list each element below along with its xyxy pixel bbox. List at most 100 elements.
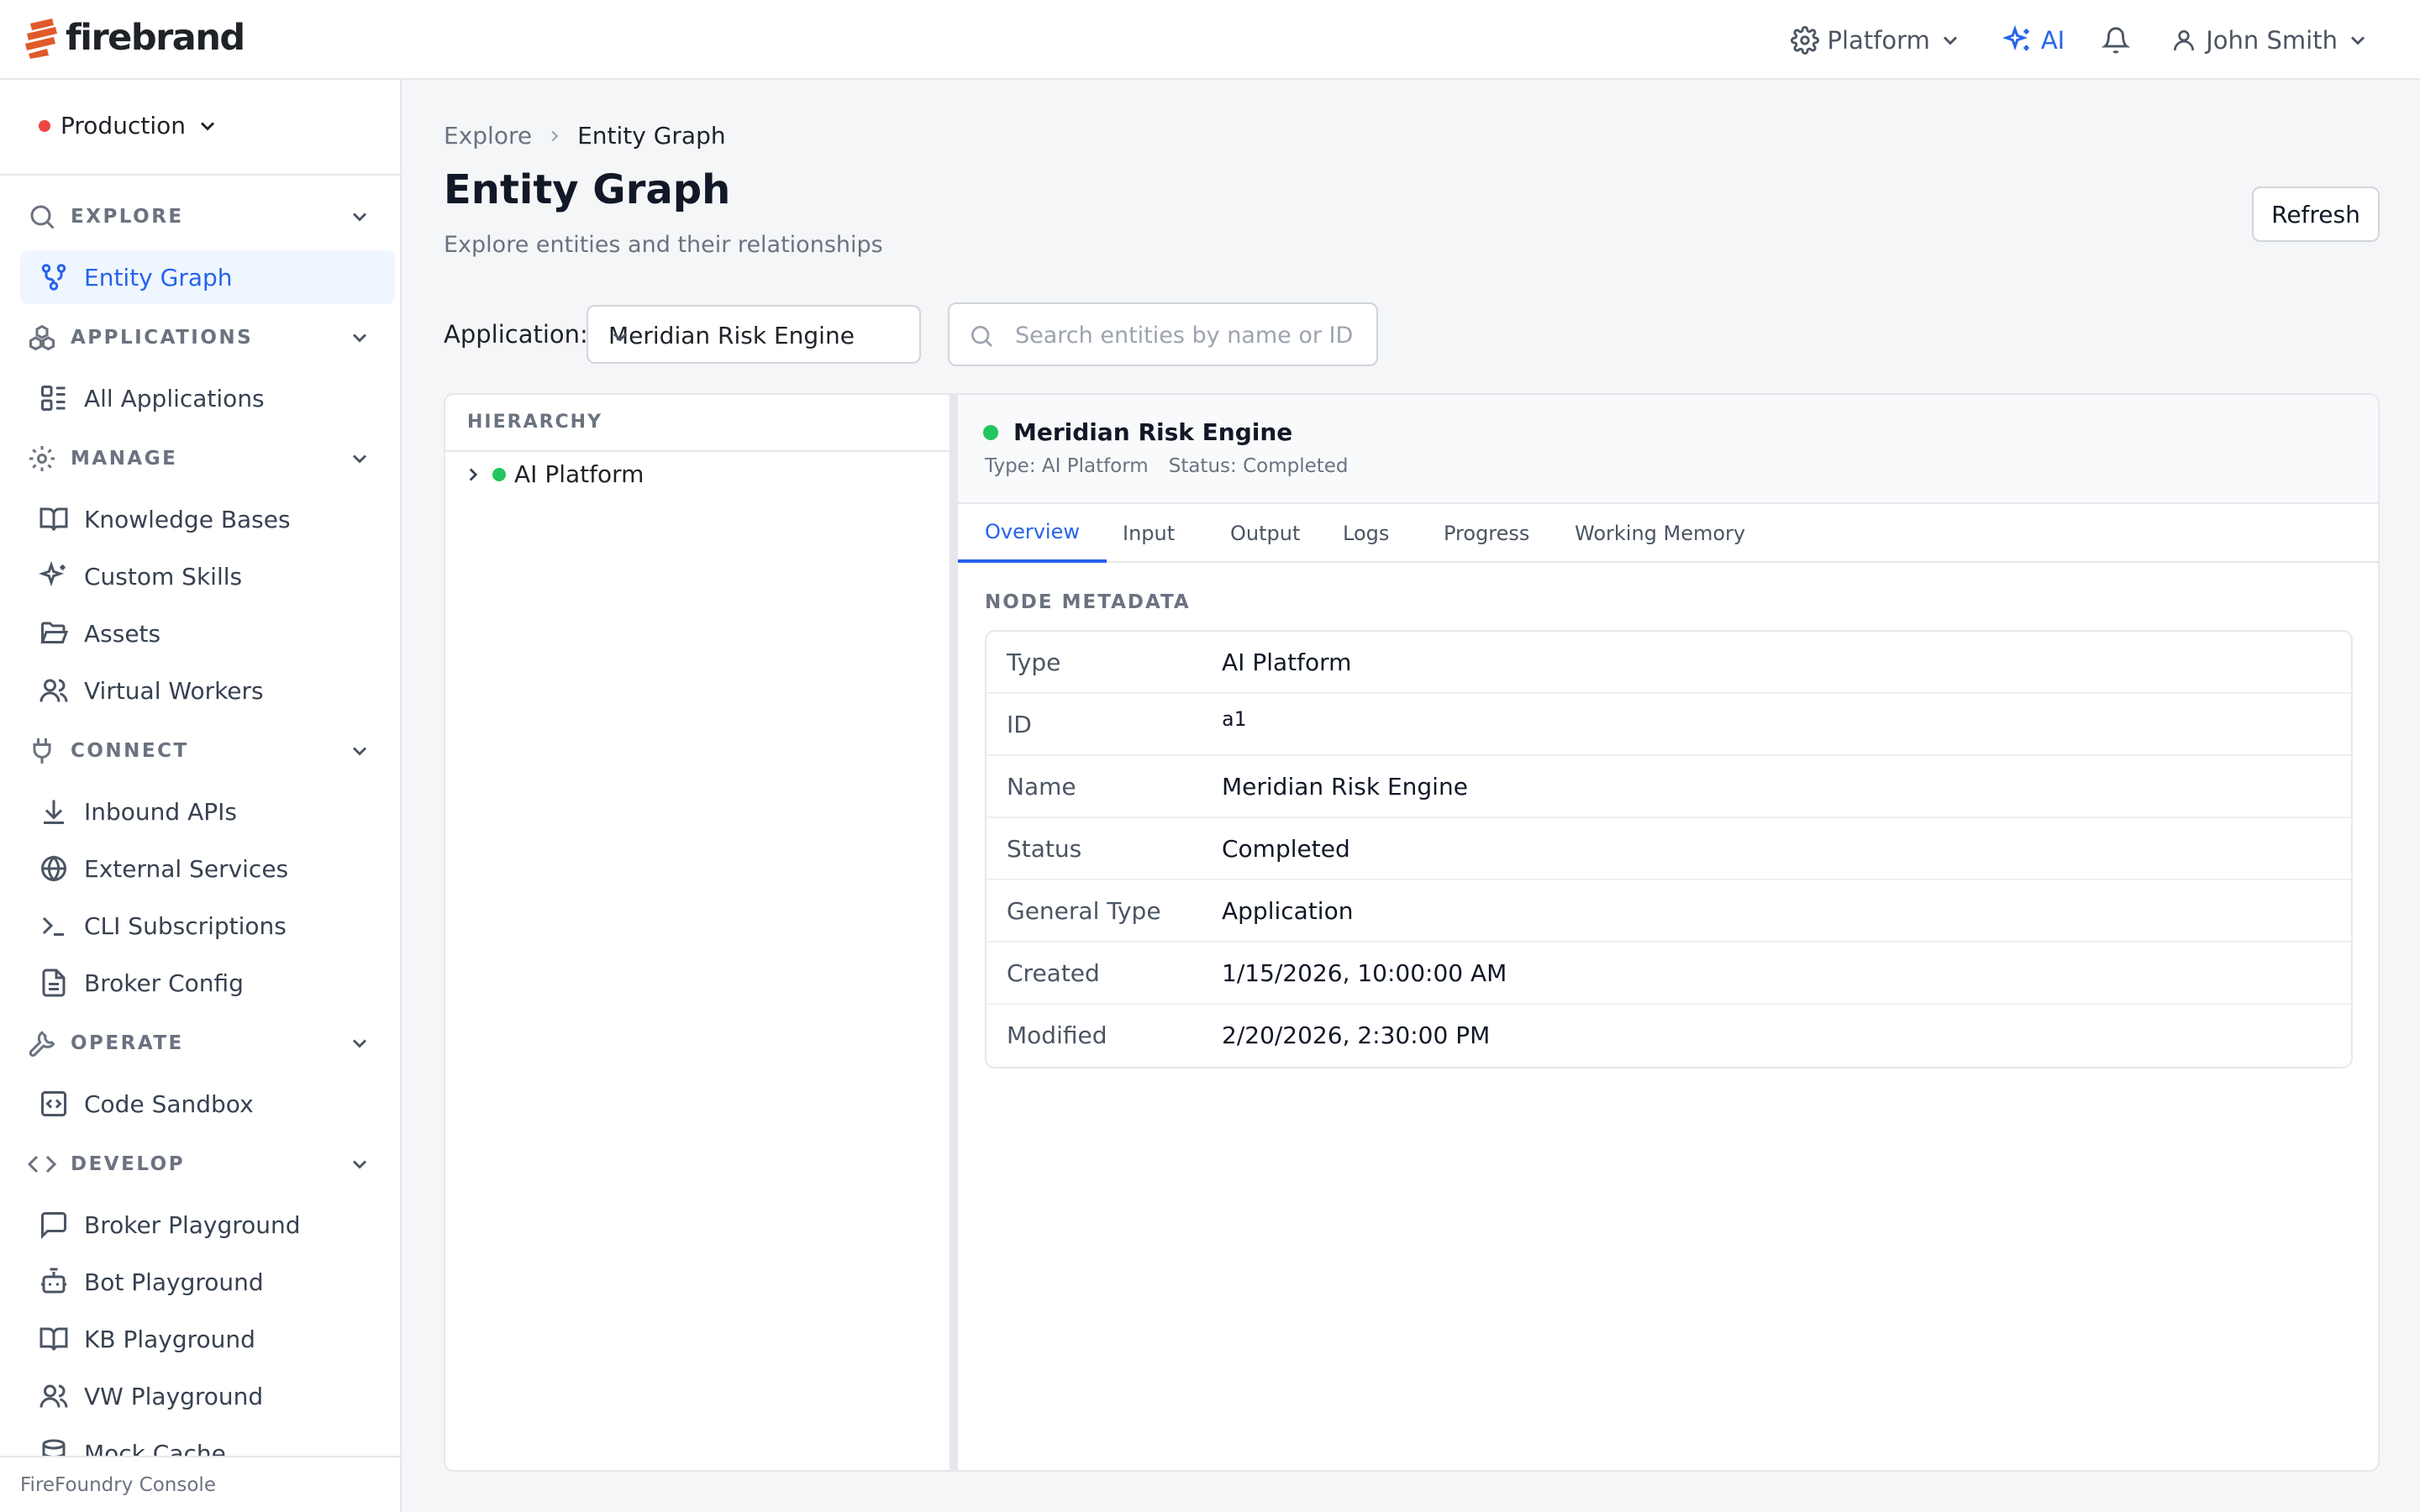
environment-selector[interactable]: Production [39, 112, 219, 139]
section-operate-label: OPERATE [71, 1032, 184, 1054]
chevron-down-icon [608, 325, 899, 349]
user-menu[interactable]: John Smith [2170, 26, 2370, 55]
tab-output[interactable]: Output [1203, 504, 1327, 563]
users-icon [39, 675, 69, 706]
sidebar-item-kb-playground[interactable]: KB Playground [20, 1312, 395, 1366]
sidebar-item-label: Virtual Workers [84, 676, 264, 705]
tab-overview[interactable]: Overview [958, 504, 1107, 563]
environment-label: Production [60, 112, 186, 139]
section-manage[interactable]: MANAGE [27, 442, 371, 475]
breadcrumb-explore-link[interactable]: Explore [444, 122, 532, 150]
entity-search[interactable] [948, 302, 1378, 366]
ai-button[interactable]: AI [2002, 24, 2065, 55]
entity-search-input[interactable] [1015, 314, 1368, 356]
logo[interactable]: firebrand [24, 17, 245, 59]
sidebar-item-label: Custom Skills [84, 562, 243, 591]
chevron-down-icon [348, 447, 371, 470]
sidebar-footer: FireFoundry Console [0, 1456, 400, 1512]
sidebar-item-vw-playground[interactable]: VW Playground [20, 1369, 395, 1423]
chevron-down-icon [2346, 29, 2370, 52]
platform-menu[interactable]: Platform [1790, 25, 1962, 55]
platform-label: Platform [1827, 25, 1930, 55]
section-applications-label: APPLICATIONS [71, 327, 254, 349]
terminal-icon [39, 911, 69, 941]
sidebar-item-label: Broker Playground [84, 1210, 301, 1239]
sidebar-item-broker-playground[interactable]: Broker Playground [20, 1198, 395, 1252]
sparkles-icon [2002, 24, 2033, 55]
notifications-button[interactable] [2102, 26, 2131, 55]
sidebar-item-label: CLI Subscriptions [84, 911, 287, 940]
metadata-row: Status Completed [986, 818, 2351, 880]
sidebar-item-label: External Services [84, 854, 289, 883]
sparkles-icon [39, 561, 69, 591]
metadata-row: Type AI Platform [986, 632, 2351, 694]
sidebar-item-label: All Applications [84, 384, 265, 412]
sidebar-item-entity-graph[interactable]: Entity Graph [20, 250, 395, 304]
status-dot [492, 467, 506, 481]
application-select[interactable]: Meridian Risk Engine [587, 305, 921, 364]
refresh-button[interactable]: Refresh [2252, 186, 2380, 242]
metadata-value: 1/15/2026, 10:00:00 AM [1222, 959, 1507, 987]
sidebar-item-label: Inbound APIs [84, 797, 237, 826]
sidebar-item-knowledge-bases[interactable]: Knowledge Bases [20, 492, 395, 546]
tab-logs[interactable]: Logs [1316, 504, 1416, 563]
sidebar-item-label: Knowledge Bases [84, 505, 291, 533]
sidebar: Production EXPLORE Entity Graph APPLICAT… [0, 80, 402, 1512]
sidebar-item-broker-config[interactable]: Broker Config [20, 956, 395, 1010]
search-icon [968, 323, 995, 349]
footer-label: FireFoundry Console [20, 1474, 216, 1496]
panel-resize-handle[interactable] [950, 395, 958, 1470]
tab-input[interactable]: Input [1096, 504, 1202, 563]
sidebar-item-assets[interactable]: Assets [20, 606, 395, 660]
metadata-key: ID [1007, 711, 1032, 738]
metadata-heading: NODE METADATA [985, 591, 1191, 613]
sidebar-item-label: VW Playground [84, 1382, 264, 1410]
sidebar-item-all-applications[interactable]: All Applications [20, 371, 395, 425]
graph-icon [39, 262, 69, 292]
sidebar-item-label: Bot Playground [84, 1268, 264, 1296]
sidebar-item-inbound-apis[interactable]: Inbound APIs [20, 785, 395, 838]
metadata-row: General Type Application [986, 880, 2351, 942]
chevron-down-icon [348, 326, 371, 349]
user-icon [2170, 27, 2197, 54]
section-connect[interactable]: CONNECT [27, 734, 371, 768]
metadata-value: Meridian Risk Engine [1222, 773, 1468, 801]
sidebar-item-cli-subscriptions[interactable]: CLI Subscriptions [20, 899, 395, 953]
tree-node-label: AI Platform [514, 460, 644, 488]
environment-status-dot [39, 119, 50, 132]
entity-status-dot [983, 424, 998, 440]
globe-icon [39, 853, 69, 884]
bot-icon [39, 1267, 69, 1297]
hierarchy-header: HIERARCHY [445, 395, 950, 452]
metadata-row: Modified 2/20/2026, 2:30:00 PM [986, 1005, 2351, 1067]
tree-node-ai-platform[interactable]: AI Platform [462, 460, 644, 488]
code-square-icon [39, 1089, 69, 1119]
section-operate[interactable]: OPERATE [27, 1026, 371, 1060]
tab-working-memory[interactable]: Working Memory [1548, 504, 1772, 563]
entity-graph-panel: HIERARCHY AI Platform Meridian Risk Engi… [444, 393, 2380, 1472]
sidebar-item-virtual-workers[interactable]: Virtual Workers [20, 664, 395, 717]
metadata-value: a1 [1222, 707, 1246, 731]
sidebar-item-custom-skills[interactable]: Custom Skills [20, 549, 395, 603]
user-name: John Smith [2206, 25, 2338, 55]
sidebar-item-external-services[interactable]: External Services [20, 842, 395, 895]
file-text-icon [39, 968, 69, 998]
tab-progress[interactable]: Progress [1417, 504, 1556, 563]
hierarchy-panel: HIERARCHY AI Platform [445, 395, 950, 1470]
section-explore-label: EXPLORE [71, 206, 184, 228]
page-title: Entity Graph [444, 166, 731, 213]
sidebar-item-label: Broker Config [84, 969, 244, 997]
sidebar-item-code-sandbox[interactable]: Code Sandbox [20, 1077, 395, 1131]
book-open-icon [39, 1324, 69, 1354]
section-explore[interactable]: EXPLORE [27, 200, 371, 234]
top-bar: firebrand Platform AI John Smith [0, 0, 2420, 80]
section-develop[interactable]: DEVELOP [27, 1147, 371, 1181]
metadata-key: Modified [1007, 1021, 1107, 1049]
wrench-icon [27, 1028, 57, 1058]
section-applications[interactable]: APPLICATIONS [27, 321, 371, 354]
sidebar-item-bot-playground[interactable]: Bot Playground [20, 1255, 395, 1309]
metadata-value: 2/20/2026, 2:30:00 PM [1222, 1021, 1491, 1049]
chevron-right-icon[interactable] [462, 464, 484, 486]
breadcrumb-current: Entity Graph [577, 122, 726, 150]
metadata-key: General Type [1007, 897, 1161, 925]
